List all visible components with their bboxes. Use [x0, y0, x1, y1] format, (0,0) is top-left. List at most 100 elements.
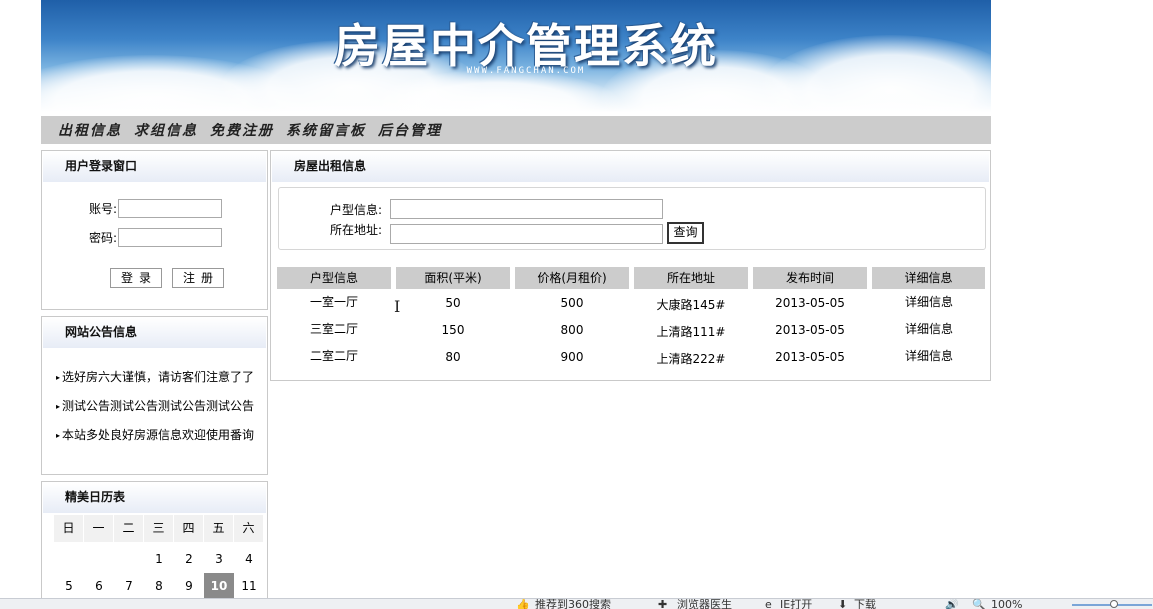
- weekday-thu: 四: [174, 515, 204, 542]
- register-button[interactable]: 注册: [172, 268, 224, 288]
- cell-address: 大康路145#: [656, 298, 726, 312]
- browser-status-bar: 👍 推荐到360搜索 ✚ 浏览器医生 e IE打开 ⬇ 下载 🔊 🔍 100%: [0, 598, 1153, 609]
- login-panel-title: 用户登录窗口: [43, 152, 266, 182]
- ie-open-button[interactable]: IE打开: [780, 599, 812, 609]
- weekday-mon: 一: [84, 515, 114, 542]
- recommend-360-button[interactable]: 推荐到360搜索: [535, 599, 611, 609]
- address-input[interactable]: [390, 224, 663, 244]
- login-panel: 用户登录窗口 账号: 密码: 登录 注册: [41, 150, 268, 310]
- account-row: 账号:: [42, 199, 222, 218]
- main-nav: 出租信息 求组信息 免费注册 系统留言板 后台管理: [41, 116, 991, 144]
- notice-panel: 网站公告信息 ▸ 选好房六大谨慎，请访客们注意了了 ▸ 测试公告测试公告测试公告测试…: [41, 316, 268, 475]
- cell-area: 80: [445, 350, 461, 364]
- col-header-area: 面积(平米): [396, 267, 510, 289]
- zoom-slider-knob[interactable]: [1110, 600, 1118, 608]
- detail-link[interactable]: 详细信息: [872, 320, 986, 337]
- login-button[interactable]: 登录: [110, 268, 162, 288]
- nav-rent-info[interactable]: 出租信息: [58, 120, 122, 140]
- col-header-price: 价格(月租价): [515, 267, 629, 289]
- password-label: 密码:: [88, 231, 117, 245]
- site-url: WWW.FANGCHAN.COM: [466, 66, 586, 76]
- calendar-day: [54, 546, 84, 573]
- nav-wanted-info[interactable]: 求组信息: [134, 120, 198, 140]
- nav-register[interactable]: 免费注册: [210, 120, 274, 140]
- download-icon: ⬇: [838, 598, 848, 609]
- notice-item-text[interactable]: 本站多处良好房源信息欢迎使用番询: [62, 428, 254, 442]
- calendar-weekday-row: 日 一 二 三 四 五 六: [54, 515, 264, 542]
- text-cursor-icon: I: [394, 297, 401, 316]
- cell-date: 2013-05-05: [775, 296, 845, 310]
- ie-icon: e: [765, 598, 772, 609]
- cell-date: 2013-05-05: [775, 323, 845, 337]
- detail-link[interactable]: 详细信息: [872, 347, 986, 364]
- nav-guestbook[interactable]: 系统留言板: [286, 120, 366, 140]
- col-header-date: 发布时间: [753, 267, 867, 289]
- cell-layout: 三室二厅: [309, 322, 358, 336]
- cell-price: 900: [560, 350, 584, 364]
- calendar-panel-title: 精美日历表: [43, 483, 266, 513]
- cell-area: 150: [441, 323, 465, 337]
- calendar-day[interactable]: 5: [54, 573, 84, 600]
- notice-item-text[interactable]: 选好房六大谨慎，请访客们注意了了: [62, 370, 254, 384]
- bullet-arrow-icon: ▸: [56, 402, 61, 411]
- rental-info-title: 房屋出租信息: [272, 152, 989, 182]
- notice-panel-title: 网站公告信息: [43, 318, 266, 348]
- doctor-icon: ✚: [658, 598, 668, 609]
- weekday-wed: 三: [144, 515, 174, 542]
- password-row: 密码:: [42, 228, 222, 247]
- weekday-fri: 五: [204, 515, 234, 542]
- cell-address: 上清路222#: [656, 352, 726, 366]
- address-label: 所在地址:: [329, 223, 382, 237]
- calendar-day[interactable]: 2: [174, 546, 204, 573]
- calendar-week-row: 1 2 3 4: [54, 546, 264, 573]
- account-input[interactable]: [118, 199, 222, 218]
- calendar-day: [114, 546, 144, 573]
- col-header-detail: 详细信息: [872, 267, 985, 289]
- detail-link[interactable]: 详细信息: [872, 293, 986, 310]
- notice-item[interactable]: ▸ 本站多处良好房源信息欢迎使用番询: [56, 426, 261, 443]
- cell-area: 50: [445, 296, 461, 310]
- calendar-day[interactable]: 4: [234, 546, 264, 573]
- col-header-address: 所在地址: [634, 267, 748, 289]
- calendar-panel: 精美日历表 日 一 二 三 四 五 六 1 2 3 4 5 6 7 8 9 10…: [41, 481, 268, 609]
- calendar-day[interactable]: 8: [144, 573, 174, 600]
- rental-info-panel: 房屋出租信息 户型信息: 所在地址: 查询 户型信息 面积(平米) 价格(月租价…: [270, 150, 991, 381]
- notice-item-text[interactable]: 测试公告测试公告测试公告测试公告: [62, 399, 254, 413]
- layout-input[interactable]: [390, 199, 663, 219]
- cell-address: 上清路111#: [656, 325, 726, 339]
- browser-doctor-button[interactable]: 浏览器医生: [677, 599, 732, 609]
- query-button[interactable]: 查询: [667, 222, 704, 244]
- calendar-day[interactable]: 6: [84, 573, 114, 600]
- weekday-sun: 日: [54, 515, 84, 542]
- download-button[interactable]: 下载: [854, 599, 876, 609]
- calendar-week-row: 5 6 7 8 9 10 11: [54, 573, 264, 600]
- col-header-layout: 户型信息: [277, 267, 391, 289]
- zoom-level[interactable]: 100%: [991, 599, 1022, 609]
- cell-price: 500: [560, 296, 584, 310]
- calendar-day[interactable]: 7: [114, 573, 144, 600]
- calendar-day[interactable]: 3: [204, 546, 234, 573]
- calendar-day[interactable]: 1: [144, 546, 174, 573]
- search-form: 户型信息: 所在地址: 查询: [278, 187, 986, 250]
- zoom-icon: 🔍: [972, 598, 986, 609]
- account-label: 账号:: [88, 202, 117, 216]
- notice-item[interactable]: ▸ 测试公告测试公告测试公告测试公告: [56, 397, 261, 414]
- bullet-arrow-icon: ▸: [56, 373, 61, 382]
- thumb-up-icon: 👍: [516, 598, 530, 609]
- cell-price: 800: [560, 323, 584, 337]
- cell-layout: 一室一厅: [309, 295, 358, 309]
- speaker-icon[interactable]: 🔊: [945, 599, 959, 609]
- password-input[interactable]: [118, 228, 222, 247]
- weekday-tue: 二: [114, 515, 144, 542]
- weekday-sat: 六: [234, 515, 264, 542]
- calendar-today[interactable]: 10: [204, 573, 234, 600]
- calendar-day: [84, 546, 114, 573]
- notice-item[interactable]: ▸ 选好房六大谨慎，请访客们注意了了: [56, 368, 261, 385]
- banner: 房屋中介管理系统 WWW.FANGCHAN.COM: [41, 0, 991, 112]
- calendar-day[interactable]: 11: [234, 573, 264, 600]
- bullet-arrow-icon: ▸: [56, 431, 61, 440]
- page: 房屋中介管理系统 WWW.FANGCHAN.COM 出租信息 求组信息 免费注册…: [0, 0, 1153, 609]
- cell-date: 2013-05-05: [775, 350, 845, 364]
- calendar-day[interactable]: 9: [174, 573, 204, 600]
- nav-admin[interactable]: 后台管理: [378, 120, 442, 140]
